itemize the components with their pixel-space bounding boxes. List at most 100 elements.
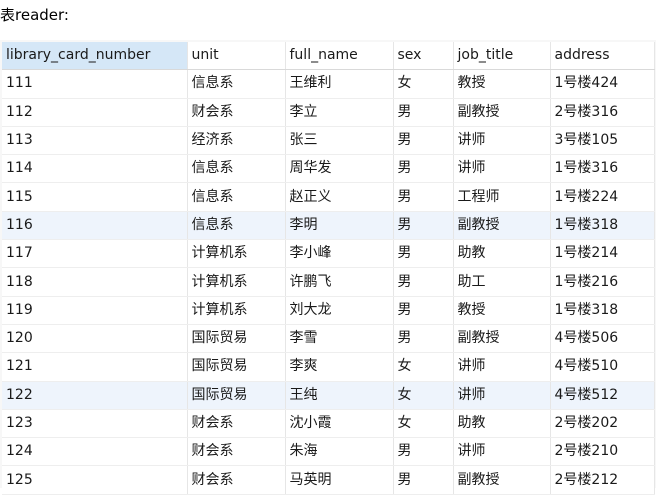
cell-job-title[interactable]: 讲师 bbox=[453, 437, 551, 467]
cell-sex[interactable]: 男 bbox=[393, 182, 454, 212]
table-row[interactable]: 116 信息系 李明男副教授 1号楼318 bbox=[2, 211, 655, 241]
cell-unit[interactable]: 计算机系 bbox=[187, 267, 286, 297]
cell-address[interactable]: 3号楼105 bbox=[550, 126, 655, 156]
cell-job-title[interactable]: 讲师 bbox=[453, 352, 551, 382]
cell-address[interactable]: 2号楼210 bbox=[550, 437, 655, 467]
cell-full-name[interactable]: 朱海 bbox=[285, 437, 394, 467]
cell-library-card-number[interactable]: 123 bbox=[2, 409, 188, 439]
cell-address[interactable]: 1号楼216 bbox=[550, 267, 655, 297]
cell-job-title[interactable]: 教授 bbox=[453, 296, 551, 325]
cell-unit[interactable]: 计算机系 bbox=[187, 296, 286, 325]
table-row[interactable]: 122 国际贸易 王纯女讲师 4号楼512 bbox=[2, 381, 655, 410]
cell-sex[interactable]: 男 bbox=[393, 239, 454, 269]
cell-address[interactable]: 4号楼512 bbox=[550, 381, 655, 410]
cell-unit[interactable]: 信息系 bbox=[187, 154, 286, 184]
column-header-unit[interactable]: unit bbox=[187, 42, 286, 71]
cell-sex[interactable]: 女 bbox=[393, 381, 454, 410]
table-row[interactable]: 118 计算机系 许鹏飞男助工 1号楼216 bbox=[2, 267, 655, 297]
cell-full-name[interactable]: 赵正义 bbox=[285, 182, 394, 212]
cell-unit[interactable]: 财会系 bbox=[187, 465, 286, 495]
cell-library-card-number[interactable]: 119 bbox=[2, 296, 188, 325]
table-row[interactable]: 125 财会系 马英明男副教授 2号楼212 bbox=[2, 465, 655, 495]
column-header-library-card-number[interactable]: library_card_number bbox=[2, 42, 188, 71]
cell-unit[interactable]: 经济系 bbox=[187, 126, 286, 156]
table-row[interactable]: 121 国际贸易 李爽女讲师 4号楼510 bbox=[2, 352, 655, 382]
cell-full-name[interactable]: 周华发 bbox=[285, 154, 394, 184]
cell-library-card-number[interactable]: 117 bbox=[2, 239, 188, 269]
cell-address[interactable]: 2号楼212 bbox=[550, 465, 655, 495]
cell-job-title[interactable]: 副教授 bbox=[453, 465, 551, 495]
table-row[interactable]: 111 信息系 王维利女教授 1号楼424 bbox=[2, 69, 655, 99]
cell-address[interactable]: 1号楼318 bbox=[550, 211, 655, 241]
cell-address[interactable]: 2号楼316 bbox=[550, 98, 655, 127]
cell-full-name[interactable]: 李明 bbox=[285, 211, 394, 241]
cell-job-title[interactable]: 副教授 bbox=[453, 324, 551, 354]
cell-library-card-number[interactable]: 116 bbox=[2, 211, 188, 241]
cell-library-card-number[interactable]: 121 bbox=[2, 352, 188, 382]
cell-sex[interactable]: 男 bbox=[393, 98, 454, 127]
cell-full-name[interactable]: 王纯 bbox=[285, 381, 394, 410]
table-row[interactable]: 117 计算机系 李小峰男助教 1号楼214 bbox=[2, 239, 655, 269]
cell-sex[interactable]: 女 bbox=[393, 69, 454, 99]
cell-sex[interactable]: 男 bbox=[393, 154, 454, 184]
table-row[interactable]: 112 财会系 李立男副教授 2号楼316 bbox=[2, 98, 655, 127]
table-row[interactable]: 119 计算机系 刘大龙男教授 1号楼318 bbox=[2, 296, 655, 325]
cell-library-card-number[interactable]: 111 bbox=[2, 69, 188, 99]
cell-unit[interactable]: 信息系 bbox=[187, 69, 286, 99]
cell-library-card-number[interactable]: 112 bbox=[2, 98, 188, 127]
cell-sex[interactable]: 男 bbox=[393, 465, 454, 495]
cell-library-card-number[interactable]: 124 bbox=[2, 437, 188, 467]
cell-sex[interactable]: 女 bbox=[393, 409, 454, 439]
cell-library-card-number[interactable]: 114 bbox=[2, 154, 188, 184]
cell-full-name[interactable]: 王维利 bbox=[285, 69, 394, 99]
cell-full-name[interactable]: 许鹏飞 bbox=[285, 267, 394, 297]
column-header-full-name[interactable]: full_name bbox=[285, 42, 394, 71]
table-row[interactable]: 113 经济系 张三男讲师 3号楼105 bbox=[2, 126, 655, 156]
cell-library-card-number[interactable]: 120 bbox=[2, 324, 188, 354]
cell-library-card-number[interactable]: 118 bbox=[2, 267, 188, 297]
cell-sex[interactable]: 男 bbox=[393, 437, 454, 467]
cell-unit[interactable]: 财会系 bbox=[187, 437, 286, 467]
cell-sex[interactable]: 男 bbox=[393, 324, 454, 354]
cell-address[interactable]: 1号楼214 bbox=[550, 239, 655, 269]
cell-unit[interactable]: 国际贸易 bbox=[187, 352, 286, 382]
cell-unit[interactable]: 财会系 bbox=[187, 409, 286, 439]
cell-address[interactable]: 1号楼424 bbox=[550, 69, 655, 99]
cell-address[interactable]: 1号楼224 bbox=[550, 182, 655, 212]
cell-unit[interactable]: 财会系 bbox=[187, 98, 286, 127]
table-row[interactable]: 120 国际贸易 李雪男副教授 4号楼506 bbox=[2, 324, 655, 354]
cell-address[interactable]: 1号楼316 bbox=[550, 154, 655, 184]
cell-full-name[interactable]: 李雪 bbox=[285, 324, 394, 354]
cell-job-title[interactable]: 讲师 bbox=[453, 126, 551, 156]
cell-job-title[interactable]: 助教 bbox=[453, 239, 551, 269]
cell-unit[interactable]: 计算机系 bbox=[187, 239, 286, 269]
table-row[interactable]: 114 信息系 周华发男讲师 1号楼316 bbox=[2, 154, 655, 184]
cell-address[interactable]: 4号楼506 bbox=[550, 324, 655, 354]
cell-unit[interactable]: 信息系 bbox=[187, 182, 286, 212]
table-row[interactable]: 115 信息系 赵正义男工程师 1号楼224 bbox=[2, 182, 655, 212]
column-header-job-title[interactable]: job_title bbox=[453, 42, 551, 71]
cell-full-name[interactable]: 马英明 bbox=[285, 465, 394, 495]
cell-job-title[interactable]: 工程师 bbox=[453, 182, 551, 212]
cell-sex[interactable]: 男 bbox=[393, 126, 454, 156]
cell-job-title[interactable]: 副教授 bbox=[453, 98, 551, 127]
cell-sex[interactable]: 女 bbox=[393, 352, 454, 382]
cell-library-card-number[interactable]: 122 bbox=[2, 381, 188, 410]
column-header-sex[interactable]: sex bbox=[393, 42, 454, 71]
cell-job-title[interactable]: 助教 bbox=[453, 409, 551, 439]
cell-full-name[interactable]: 李小峰 bbox=[285, 239, 394, 269]
cell-full-name[interactable]: 李爽 bbox=[285, 352, 394, 382]
cell-sex[interactable]: 男 bbox=[393, 211, 454, 241]
cell-job-title[interactable]: 讲师 bbox=[453, 154, 551, 184]
cell-address[interactable]: 2号楼202 bbox=[550, 409, 655, 439]
cell-unit[interactable]: 信息系 bbox=[187, 211, 286, 241]
cell-address[interactable]: 1号楼318 bbox=[550, 296, 655, 325]
cell-sex[interactable]: 男 bbox=[393, 267, 454, 297]
cell-library-card-number[interactable]: 115 bbox=[2, 182, 188, 212]
cell-unit[interactable]: 国际贸易 bbox=[187, 324, 286, 354]
cell-full-name[interactable]: 沈小霞 bbox=[285, 409, 394, 439]
cell-job-title[interactable]: 教授 bbox=[453, 69, 551, 99]
cell-job-title[interactable]: 助工 bbox=[453, 267, 551, 297]
cell-job-title[interactable]: 讲师 bbox=[453, 381, 551, 410]
cell-sex[interactable]: 男 bbox=[393, 296, 454, 325]
